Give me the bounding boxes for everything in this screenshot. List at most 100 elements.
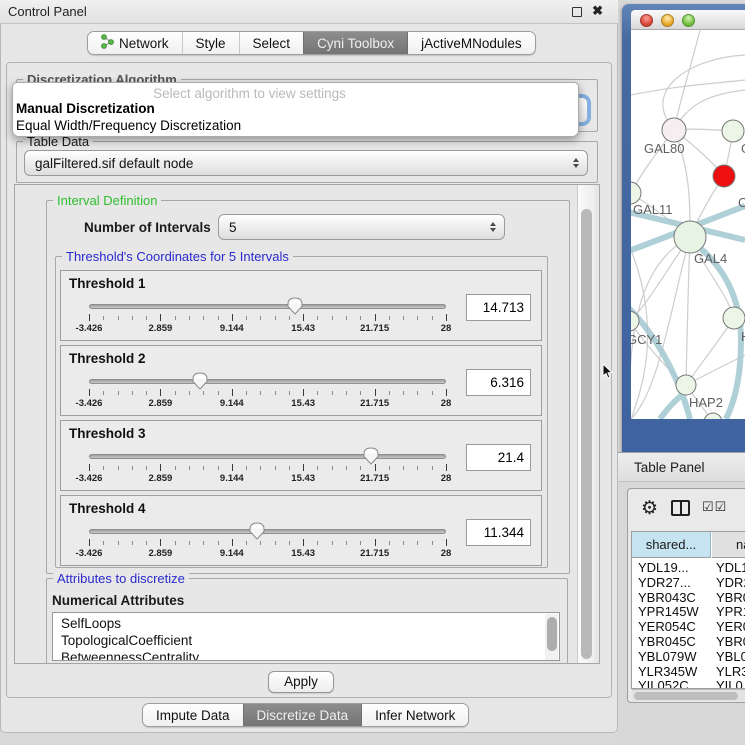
columns-icon[interactable] [671,500,690,516]
cell-shared-name: YER054C [638,619,696,634]
table-data-combobox[interactable]: galFiltered.sif default node [24,150,588,176]
scrollbar-thumb[interactable] [634,692,738,700]
tick-label: 21.715 [360,473,389,484]
tick-label: 21.715 [360,398,389,409]
tab-cyni-toolbox[interactable]: Cyni Toolbox [303,32,407,54]
tab-select[interactable]: Select [239,32,304,54]
list-scrollbar[interactable] [545,614,558,661]
network-icon [101,34,119,52]
float-window-icon[interactable] [572,7,582,17]
threshold-4-block: Threshold 4-3.4262.8599.14415.4321.71528… [60,495,542,566]
attribute-item-selfloops[interactable]: SelfLoops [61,616,121,631]
tick-mark [275,391,276,395]
node-label-gal80: GAL80 [644,141,684,156]
slider-track[interactable] [89,529,446,534]
node-label-gal11: GAL11 [633,202,673,217]
table-row[interactable]: YLR345WYLR3 [632,664,745,679]
node-h-node[interactable] [723,307,745,329]
tab-infer-network[interactable]: Infer Network [361,704,468,726]
tick-mark [218,466,219,470]
tick-label: 2.859 [149,398,173,409]
node-label-h-node: H [741,329,745,344]
attribute-item-betweennesscentrality[interactable]: BetweennessCentrality [61,650,199,661]
table-row[interactable]: YBR045CYBR0 [632,634,745,649]
slider-thumb[interactable] [287,297,303,315]
attribute-item-topologicalcoefficient[interactable]: TopologicalCoefficient [61,633,192,648]
tick-mark [132,466,133,470]
node-gal80[interactable] [662,118,686,142]
column-header-name[interactable]: na [712,532,745,558]
vertical-scrollbar[interactable] [577,185,595,663]
slider-track[interactable] [89,304,446,309]
node-gal4[interactable] [674,221,706,253]
tick-label: 21.715 [360,323,389,334]
table-horizontal-scrollbar[interactable] [632,689,745,701]
tick-mark [189,391,190,395]
tick-mark [175,466,176,470]
table-row[interactable]: YDL19...YDL1 [632,560,745,575]
number-of-intervals-combobox[interactable]: 5 [218,214,505,240]
tick-mark [203,466,204,470]
table-row[interactable]: YBL079WYBL0 [632,649,745,664]
close-traffic-light[interactable] [640,14,653,27]
scrollbar-thumb[interactable] [547,617,557,651]
cell-name: YBR0 [716,634,745,649]
threshold-value-field[interactable]: 21.4 [466,444,531,471]
node-hap2[interactable] [676,375,696,395]
slider-thumb[interactable] [363,447,379,465]
node-gal11[interactable] [631,182,641,204]
tick-label: 9.144 [220,323,244,334]
zoom-traffic-light[interactable] [682,14,695,27]
tab-label: Network [119,36,169,51]
table-row[interactable]: YIL052CYIL0 [632,678,745,689]
gear-icon[interactable]: ⚙ [641,497,658,520]
table-row[interactable]: YER054CYER0 [632,619,745,634]
algorithm-option-equal-width-frequency-discretization[interactable]: Equal Width/Frequency Discretization [16,118,241,133]
tick-mark [189,541,190,545]
slider-thumb[interactable] [192,372,208,390]
table-row[interactable]: YPR145WYPR1 [632,604,745,619]
tick-mark [246,391,247,395]
select-rows-icons[interactable]: ☑☑ [702,499,727,515]
scrollbar-thumb[interactable] [581,209,592,659]
interval-definition-label: Interval Definition [53,193,161,208]
tab-label: Impute Data [156,708,230,723]
tab-impute-data[interactable]: Impute Data [143,704,243,726]
tick-mark [89,389,90,396]
tick-mark [332,466,333,470]
popup-placeholder: Select algorithm to view settings [13,86,578,101]
tab-network[interactable]: Network [88,32,182,54]
node-table[interactable]: shared... na YDL19...YDL1YDR27...YDR2YBR… [631,531,745,689]
table-row[interactable]: YBR043CYBR0 [632,590,745,605]
tab-label: Infer Network [375,708,455,723]
column-header-shared-name[interactable]: shared... [632,532,711,558]
tick-label: 21.715 [360,548,389,559]
apply-button[interactable]: Apply [268,671,334,693]
close-icon[interactable]: ✖ [592,3,603,19]
threshold-value-field[interactable]: 11.344 [466,519,531,546]
tick-mark [146,391,147,395]
threshold-value-field[interactable]: 6.316 [466,369,531,396]
node-label-hap2: HAP2 [689,395,723,410]
numerical-attributes-list[interactable]: SelfLoops TopologicalCoefficient Betweenne… [52,612,560,661]
tick-label: 28 [441,548,452,559]
tab-style[interactable]: Style [182,32,239,54]
node-gal-right[interactable] [722,120,744,142]
tick-mark [332,541,333,545]
algorithm-option-manual-discretization[interactable]: Manual Discretization [16,101,155,116]
tab-label: Cyni Toolbox [317,36,394,51]
mouse-cursor [602,364,614,380]
threshold-label: Threshold 2 [69,351,146,366]
slider-track[interactable] [89,454,446,459]
node-red-node[interactable] [713,165,735,187]
tick-label: 15.43 [291,473,315,484]
tab-discretize-data[interactable]: Discretize Data [243,704,362,726]
network-canvas[interactable]: GAL80GACGAL11GAL4GCY1HHAP2 [631,30,745,419]
tab-jactivemnodules[interactable]: jActiveMNodules [407,32,535,54]
threshold-value-field[interactable]: 14.713 [466,294,531,321]
slider-track[interactable] [89,379,446,384]
slider-thumb[interactable] [249,522,265,540]
minimize-traffic-light[interactable] [661,14,674,27]
table-row[interactable]: YDR27...YDR2 [632,575,745,590]
tick-mark [203,316,204,320]
